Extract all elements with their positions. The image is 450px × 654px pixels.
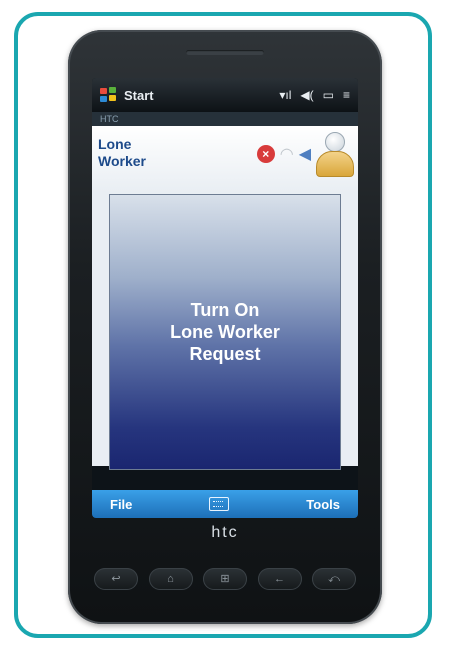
hardware-buttons: ↩ ⌂ ⊞ ← ⤺	[94, 566, 356, 592]
status-icons: ▾ıl ◀︎( ▭ ≡	[279, 88, 350, 102]
speaker-icon[interactable]: ◀︎(	[300, 88, 313, 102]
app-title: Lone Worker	[98, 136, 146, 169]
start-label[interactable]: Start	[124, 88, 154, 103]
app-header: Lone Worker × ◠ ◀	[92, 126, 358, 193]
tools-menu-button[interactable]: Tools	[306, 497, 340, 512]
cancel-icon[interactable]: ×	[256, 145, 275, 163]
windows-button[interactable]: ⊞	[203, 568, 247, 590]
connectivity-icon[interactable]: ≡	[343, 88, 350, 102]
end-call-button[interactable]: ⤺	[312, 568, 356, 590]
wifi-icon: ◠	[279, 146, 294, 163]
home-button[interactable]: ⌂	[148, 568, 193, 590]
turn-on-request-button[interactable]: Turn On Lone Worker Request	[109, 194, 341, 470]
brand-logo: htc	[211, 524, 239, 541]
signal-icon[interactable]: ▾ıl	[279, 88, 291, 102]
content-area: Turn On Lone Worker Request	[92, 192, 358, 470]
status-bar: Start ▾ıl ◀︎( ▭ ≡	[92, 78, 358, 112]
request-label: Turn On Lone Worker Request	[170, 300, 280, 364]
volume-icon: ◀	[298, 146, 311, 163]
header-icons: × ◠ ◀	[256, 132, 354, 177]
earpiece-speaker	[186, 50, 264, 55]
phone-screen: Start ▾ıl ◀︎( ▭ ≡ HTC Lone Worker × ◠ ◀	[92, 78, 358, 518]
back-button[interactable]: ←	[257, 568, 302, 590]
file-menu-button[interactable]: File	[110, 497, 132, 512]
phone-device: Start ▾ıl ◀︎( ▭ ≡ HTC Lone Worker × ◠ ◀	[68, 30, 382, 624]
battery-icon[interactable]: ▭	[323, 88, 334, 102]
call-button[interactable]: ↩	[94, 568, 138, 590]
carrier-strip: HTC	[92, 112, 358, 126]
menu-bar: File Tools	[92, 490, 358, 518]
windows-start-icon[interactable]	[100, 87, 118, 103]
keyboard-icon[interactable]	[209, 497, 230, 511]
user-icon	[316, 132, 354, 177]
